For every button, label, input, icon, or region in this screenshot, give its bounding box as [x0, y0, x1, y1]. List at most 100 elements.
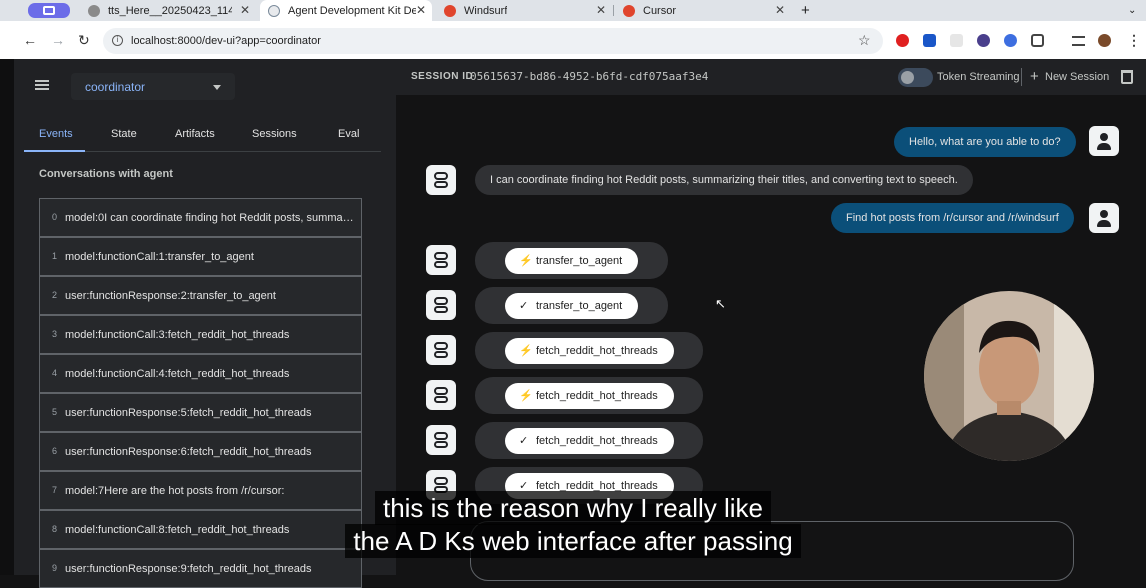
bookmark-star-icon[interactable]: ☆	[858, 32, 871, 49]
check-icon: ✓	[519, 300, 529, 312]
event-row[interactable]: 5 user:functionResponse:5:fetch_reddit_ho…	[39, 393, 362, 432]
trash-icon[interactable]	[1121, 70, 1133, 84]
token-streaming-toggle[interactable]	[898, 68, 933, 87]
event-index: 5	[52, 407, 58, 417]
function-name: transfer_to_agent	[536, 300, 623, 312]
event-row[interactable]: 3 model:functionCall:3:fetch_reddit_hot_t…	[39, 315, 362, 354]
app-select-value: coordinator	[85, 80, 146, 94]
extension-icon[interactable]	[977, 34, 990, 47]
adk-icon	[268, 4, 280, 17]
back-arrow-icon[interactable]: ←	[23, 32, 37, 48]
tab-title: Cursor	[643, 4, 677, 17]
close-icon[interactable]: ✕	[596, 3, 606, 17]
event-label: model:0I can coordinate finding hot Redd…	[65, 212, 357, 224]
tab-sessions[interactable]: Sessions	[252, 128, 297, 140]
bot-avatar-icon	[426, 380, 456, 410]
function-response-chip[interactable]: ✓ transfer_to_agent	[505, 293, 639, 319]
tab-state[interactable]: State	[111, 128, 137, 140]
tab-adk[interactable]: Agent Development Kit Dev U ✕	[260, 0, 432, 21]
token-streaming-label: Token Streaming	[937, 71, 1020, 83]
event-index: 6	[52, 446, 58, 456]
event-index: 1	[52, 251, 58, 261]
session-id-value: 05615637-bd86-4952-b6fd-cdf075aaf3e4	[470, 70, 709, 83]
tab-title: tts_Here__20250423_11490	[108, 4, 232, 17]
check-icon: ✓	[519, 435, 529, 447]
tab-tts[interactable]: tts_Here__20250423_11490 ✕	[88, 0, 256, 21]
user-avatar-icon	[1089, 203, 1119, 233]
tab-pinned[interactable]	[28, 3, 70, 18]
event-index: 2	[52, 290, 58, 300]
forward-arrow-icon[interactable]: →	[51, 32, 65, 48]
plus-icon: +	[1030, 68, 1039, 85]
tab-events[interactable]: Events	[39, 128, 73, 140]
bot-avatar-icon	[426, 245, 456, 275]
tab-artifacts[interactable]: Artifacts	[175, 128, 215, 140]
extension-icon[interactable]	[1004, 34, 1017, 47]
hamburger-menu-icon[interactable]	[35, 80, 49, 90]
presenter-video-image	[924, 291, 1094, 461]
bolt-icon: ⚡	[519, 255, 533, 267]
more-menu-icon[interactable]: ⋮	[1127, 32, 1141, 49]
function-call-chip[interactable]: ⚡ transfer_to_agent	[505, 248, 639, 274]
event-row[interactable]: 2 user:functionResponse:2:transfer_to_age…	[39, 276, 362, 315]
header-divider	[1021, 68, 1022, 86]
event-label: user:functionResponse:2:transfer_to_agen…	[65, 290, 276, 302]
tab-windsurf[interactable]: Windsurf ✕	[444, 0, 612, 21]
function-event-container: ⚡ fetch_reddit_hot_threads	[475, 377, 703, 414]
event-row[interactable]: 4 model:functionCall:4:fetch_reddit_hot_t…	[39, 354, 362, 393]
new-tab-button[interactable]: +	[801, 0, 817, 21]
subtitle-text: this is the reason why I really like	[374, 491, 772, 525]
conversations-heading: Conversations with agent	[39, 168, 173, 180]
bot-message: I can coordinate finding hot Reddit post…	[475, 165, 973, 195]
subtitle-text: the A D Ks web interface after passing	[345, 524, 801, 558]
event-label: user:functionResponse:5:fetch_reddit_hot…	[65, 407, 312, 419]
function-response-chip[interactable]: ✓ fetch_reddit_hot_threads	[505, 428, 674, 454]
close-icon[interactable]: ✕	[416, 3, 426, 17]
close-icon[interactable]: ✕	[775, 3, 785, 17]
function-call-chip[interactable]: ⚡ fetch_reddit_hot_threads	[505, 383, 674, 409]
extension-icon[interactable]	[950, 34, 963, 47]
profile-avatar[interactable]	[1098, 34, 1111, 47]
bot-avatar-icon	[426, 165, 456, 195]
tab-search-chevron-icon[interactable]: ⌄	[1128, 0, 1140, 21]
reddit-icon	[444, 4, 456, 17]
app-select-dropdown[interactable]: coordinator	[71, 73, 235, 100]
function-event-container: ⚡ transfer_to_agent	[475, 242, 668, 279]
event-index: 0	[52, 212, 58, 222]
event-row[interactable]: 6 user:functionResponse:6:fetch_reddit_ho…	[39, 432, 362, 471]
function-name: transfer_to_agent	[536, 255, 623, 267]
site-info-icon[interactable]: i	[112, 35, 123, 46]
webcam-overlay	[924, 291, 1094, 461]
reddit-icon	[623, 4, 635, 17]
close-icon[interactable]: ✕	[240, 3, 250, 17]
puzzle-icon[interactable]	[1031, 34, 1044, 47]
user-message: Hello, what are you able to do?	[894, 127, 1076, 157]
tab-title: Windsurf	[464, 4, 508, 17]
dropdown-caret-icon	[213, 85, 221, 90]
event-label: user:functionResponse:9:fetch_reddit_hot…	[65, 563, 312, 575]
tab-eval[interactable]: Eval	[338, 128, 359, 140]
media-control-icon[interactable]	[1072, 36, 1085, 46]
mouse-cursor-icon: ↖	[715, 296, 726, 311]
event-index: 4	[52, 368, 58, 378]
new-session-button[interactable]: New Session	[1045, 71, 1109, 83]
extension-icon[interactable]	[923, 34, 936, 47]
bot-avatar-icon	[426, 290, 456, 320]
opera-extension-icon[interactable]	[896, 34, 909, 47]
bot-avatar-icon	[426, 425, 456, 455]
function-event-container: ✓ fetch_reddit_hot_threads	[475, 422, 703, 459]
tab-title: Agent Development Kit Dev U	[288, 4, 416, 17]
event-row[interactable]: 1 model:functionCall:1:transfer_to_agent	[39, 237, 362, 276]
tab-divider	[613, 5, 614, 16]
bot-avatar-icon	[426, 335, 456, 365]
event-label: model:functionCall:3:fetch_reddit_hot_th…	[65, 329, 290, 341]
event-label: model:functionCall:1:transfer_to_agent	[65, 251, 254, 263]
toggle-knob	[901, 71, 914, 84]
active-tab-indicator	[24, 150, 85, 152]
function-call-chip[interactable]: ⚡ fetch_reddit_hot_threads	[505, 338, 674, 364]
reload-icon[interactable]: ↻	[78, 32, 90, 49]
function-event-container: ✓ transfer_to_agent	[475, 287, 668, 324]
url-text[interactable]: localhost:8000/dev-ui?app=coordinator	[131, 35, 321, 47]
tab-cursor[interactable]: Cursor ✕	[623, 0, 791, 21]
event-row[interactable]: 0 model:0I can coordinate finding hot Red…	[39, 198, 362, 237]
